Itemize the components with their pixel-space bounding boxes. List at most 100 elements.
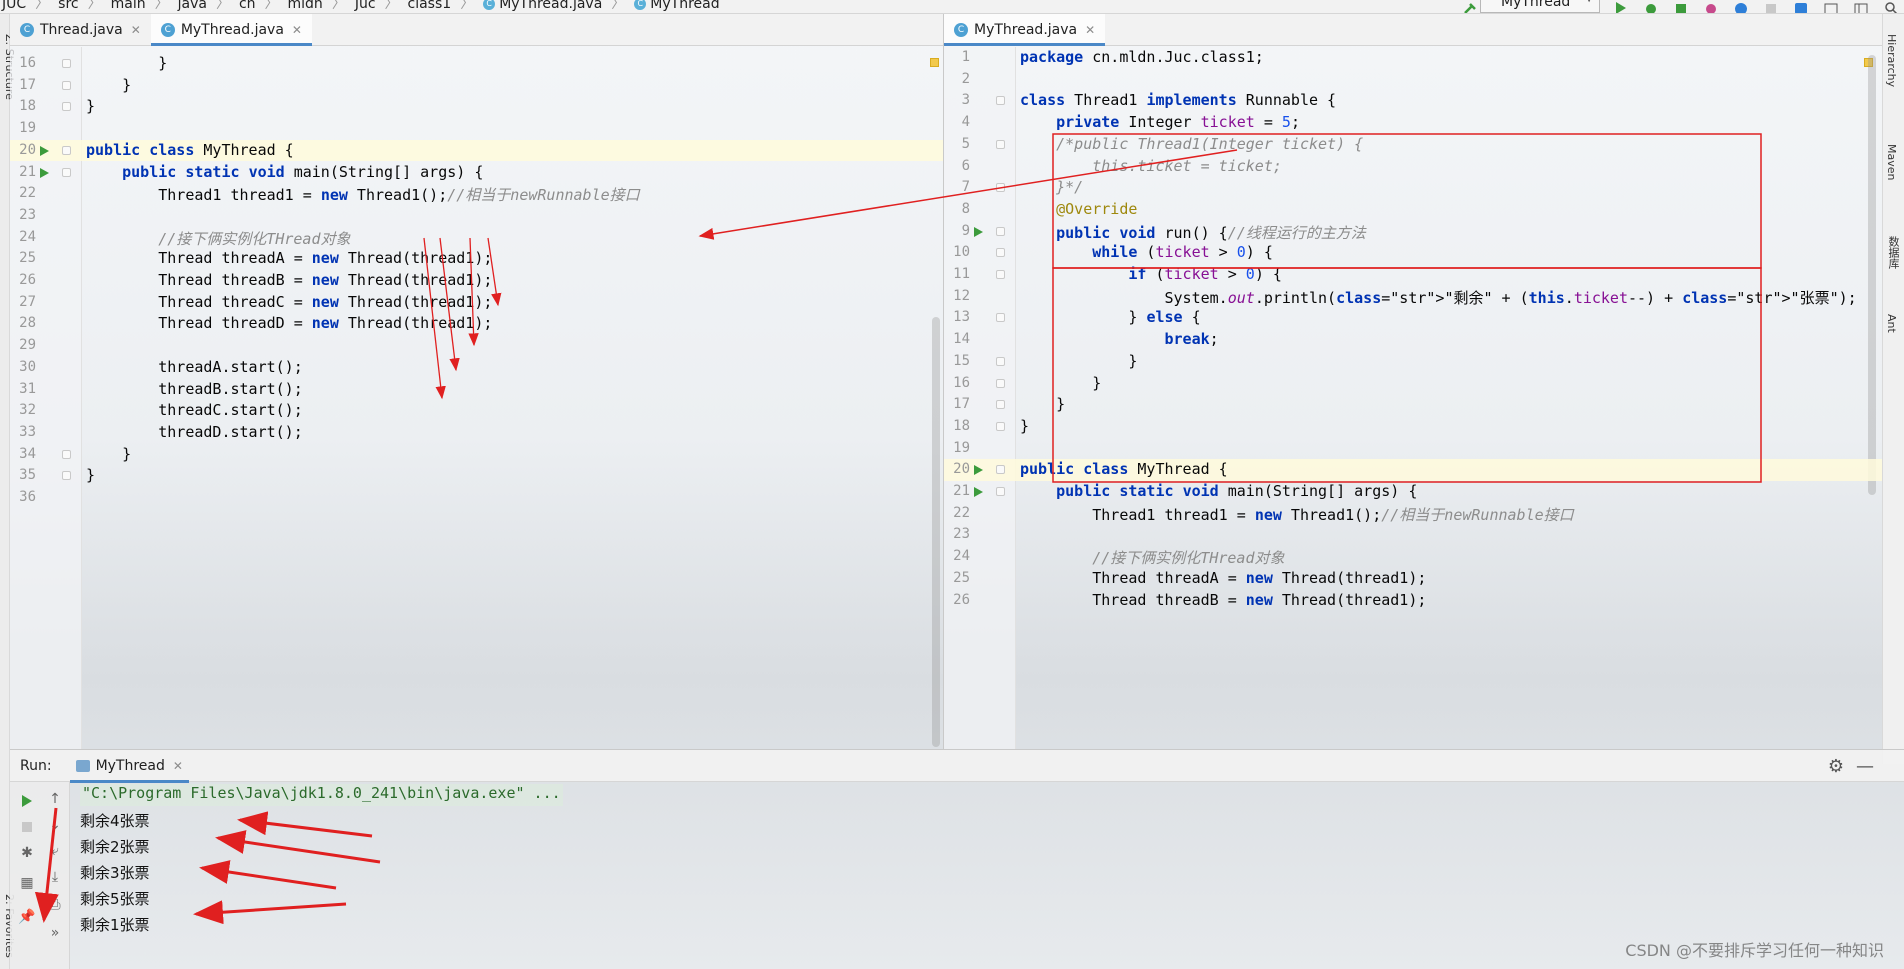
breadcrumb-item[interactable]: src	[58, 0, 78, 11]
run-configuration-select[interactable]: MyThread ▼	[1480, 0, 1600, 13]
code-line[interactable]: 13 } else {	[944, 307, 1882, 329]
code-line[interactable]: 15 }	[944, 351, 1882, 373]
print-icon[interactable]: ⎙	[46, 896, 64, 914]
breadcrumb-item[interactable]: C MyThread	[634, 0, 720, 11]
code-line[interactable]: 36	[10, 487, 943, 509]
code-line[interactable]: 2	[944, 69, 1882, 91]
fold-icon[interactable]	[62, 167, 71, 177]
code-line[interactable]: 16 }	[944, 373, 1882, 395]
run-gutter-icon[interactable]	[974, 487, 983, 497]
run-gutter-icon[interactable]	[40, 167, 49, 178]
code-line[interactable]: 6 this.ticket = ticket;	[944, 156, 1882, 178]
fold-icon[interactable]	[996, 487, 1005, 496]
code-line[interactable]: 22 Thread1 thread1 = new Thread1();//相当于…	[10, 183, 943, 205]
code-line[interactable]: 3 class Thread1 implements Runnable {	[944, 90, 1882, 112]
code-line[interactable]: 1 package cn.mldn.Juc.class1;	[944, 47, 1882, 69]
code-line[interactable]: 27 Thread threadC = new Thread(thread1);	[10, 292, 943, 314]
gear-icon[interactable]: ⚙	[1828, 756, 1844, 777]
breadcrumb-item[interactable]: java	[178, 0, 207, 11]
code-line[interactable]: 22 Thread1 thread1 = new Thread1();//相当于…	[944, 503, 1882, 525]
fold-icon[interactable]	[996, 270, 1005, 279]
code-line[interactable]: 17 }	[10, 75, 943, 97]
code-line[interactable]: 10 while (ticket > 0) {	[944, 242, 1882, 264]
right-code-editor[interactable]: 1 package cn.mldn.Juc.class1; 2 3 class Thre…	[944, 47, 1882, 749]
fold-icon[interactable]	[996, 313, 1005, 323]
build-hammer-icon[interactable]	[1462, 0, 1480, 13]
left-code-editor[interactable]: 16 } 17 } 18} 19 20 public class MyThread {21…	[10, 47, 943, 749]
editor-tab[interactable]: C MyThread.java ✕	[944, 14, 1106, 46]
code-line[interactable]: 25 Thread threadA = new Thread(thread1);	[944, 568, 1882, 590]
editor-tab[interactable]: C MyThread.java ✕	[150, 14, 313, 46]
code-line[interactable]: 29	[10, 335, 943, 357]
code-line[interactable]: 14 break;	[944, 329, 1882, 351]
fold-icon[interactable]	[996, 226, 1005, 236]
fold-icon[interactable]	[996, 139, 1005, 149]
scroll-to-end-icon[interactable]: ⤓	[46, 868, 64, 886]
breadcrumb-item[interactable]: C MyThread.java	[483, 0, 602, 11]
code-line[interactable]: 24 //接下俩实例化THread对象	[944, 546, 1882, 568]
project-structure-icon[interactable]	[1822, 0, 1840, 13]
debug-icon[interactable]	[1642, 0, 1660, 13]
layout-icon[interactable]	[1852, 0, 1870, 13]
code-line[interactable]: 24 //接下俩实例化THread对象	[10, 227, 943, 249]
code-line[interactable]: 11 if (ticket > 0) {	[944, 264, 1882, 286]
code-line[interactable]: 25 Thread threadA = new Thread(thread1);	[10, 248, 943, 270]
code-line[interactable]: 4 private Integer ticket = 5;	[944, 112, 1882, 134]
breadcrumb-item[interactable]: Juc	[355, 0, 376, 11]
fold-icon[interactable]	[996, 421, 1005, 431]
code-line[interactable]: 20 public class MyThread {	[944, 459, 1882, 481]
code-line[interactable]: 23	[944, 524, 1882, 546]
code-line[interactable]: 8 @Override	[944, 199, 1882, 221]
editor-tab[interactable]: C Thread.java ✕	[10, 14, 151, 45]
code-line[interactable]: 16 }	[10, 53, 943, 75]
code-line[interactable]: 21 public static void main(String[] args…	[944, 481, 1882, 503]
update-icon[interactable]	[1792, 0, 1810, 13]
fold-icon[interactable]	[996, 183, 1005, 193]
code-line[interactable]: 18}	[944, 416, 1882, 438]
code-line[interactable]: 35}	[10, 465, 943, 487]
code-line[interactable]: 17 }	[944, 394, 1882, 416]
debug-bug-icon[interactable]: ✱	[18, 844, 36, 862]
stop-icon[interactable]	[18, 818, 36, 836]
code-line[interactable]: 21 public static void main(String[] args…	[10, 162, 943, 184]
fold-icon[interactable]	[62, 80, 71, 90]
layout-icon[interactable]: ▦	[18, 874, 36, 892]
code-line[interactable]: 32 threadC.start();	[10, 400, 943, 422]
code-line[interactable]: 20 public class MyThread {	[10, 139, 943, 162]
stop-icon[interactable]	[1762, 0, 1780, 13]
profile-icon[interactable]	[1702, 0, 1720, 13]
close-icon[interactable]: ✕	[292, 23, 302, 37]
code-line[interactable]: 9 public void run() {//线程运行的主方法	[944, 221, 1882, 243]
close-icon[interactable]: ✕	[173, 759, 183, 773]
minimize-icon[interactable]: —	[1856, 756, 1874, 777]
tool-window-button[interactable]: 数据库	[1885, 236, 1901, 269]
fold-icon[interactable]	[62, 102, 71, 112]
scroll-up-icon[interactable]: ↑	[46, 790, 64, 808]
code-line[interactable]: 28 Thread threadD = new Thread(thread1);	[10, 313, 943, 335]
code-line[interactable]: 18}	[10, 96, 943, 118]
breadcrumb-item[interactable]: main	[111, 0, 146, 11]
help-icon[interactable]	[1732, 0, 1750, 13]
tool-window-button[interactable]: Hierarchy	[1885, 34, 1898, 87]
fold-icon[interactable]	[996, 465, 1005, 475]
code-line[interactable]: 19	[10, 118, 943, 140]
run-gutter-icon[interactable]	[40, 145, 49, 156]
code-line[interactable]: 7 }*/	[944, 177, 1882, 199]
scroll-down-icon[interactable]: ↓	[46, 816, 64, 834]
run-gutter-icon[interactable]	[974, 465, 983, 476]
pin-icon[interactable]: 📌	[18, 908, 36, 926]
code-line[interactable]: 33 threadD.start();	[10, 422, 943, 444]
breadcrumb-item[interactable]: JUC	[2, 0, 26, 11]
close-icon[interactable]: ✕	[131, 23, 141, 37]
breadcrumb-item[interactable]: cn	[239, 0, 256, 11]
coverage-icon[interactable]	[1672, 0, 1690, 13]
code-line[interactable]: 31 threadB.start();	[10, 379, 943, 401]
run-icon[interactable]	[1612, 0, 1630, 13]
code-line[interactable]: 26 Thread threadB = new Thread(thread1);	[944, 590, 1882, 612]
breadcrumb-item[interactable]: class1	[408, 0, 452, 11]
fold-icon[interactable]	[996, 356, 1005, 366]
code-line[interactable]: 30 threadA.start();	[10, 357, 943, 379]
code-line[interactable]: 12 System.out.println(class="str">"剩余" +…	[944, 286, 1882, 308]
code-line[interactable]: 23	[10, 205, 943, 227]
close-icon[interactable]: ✕	[1085, 23, 1095, 37]
